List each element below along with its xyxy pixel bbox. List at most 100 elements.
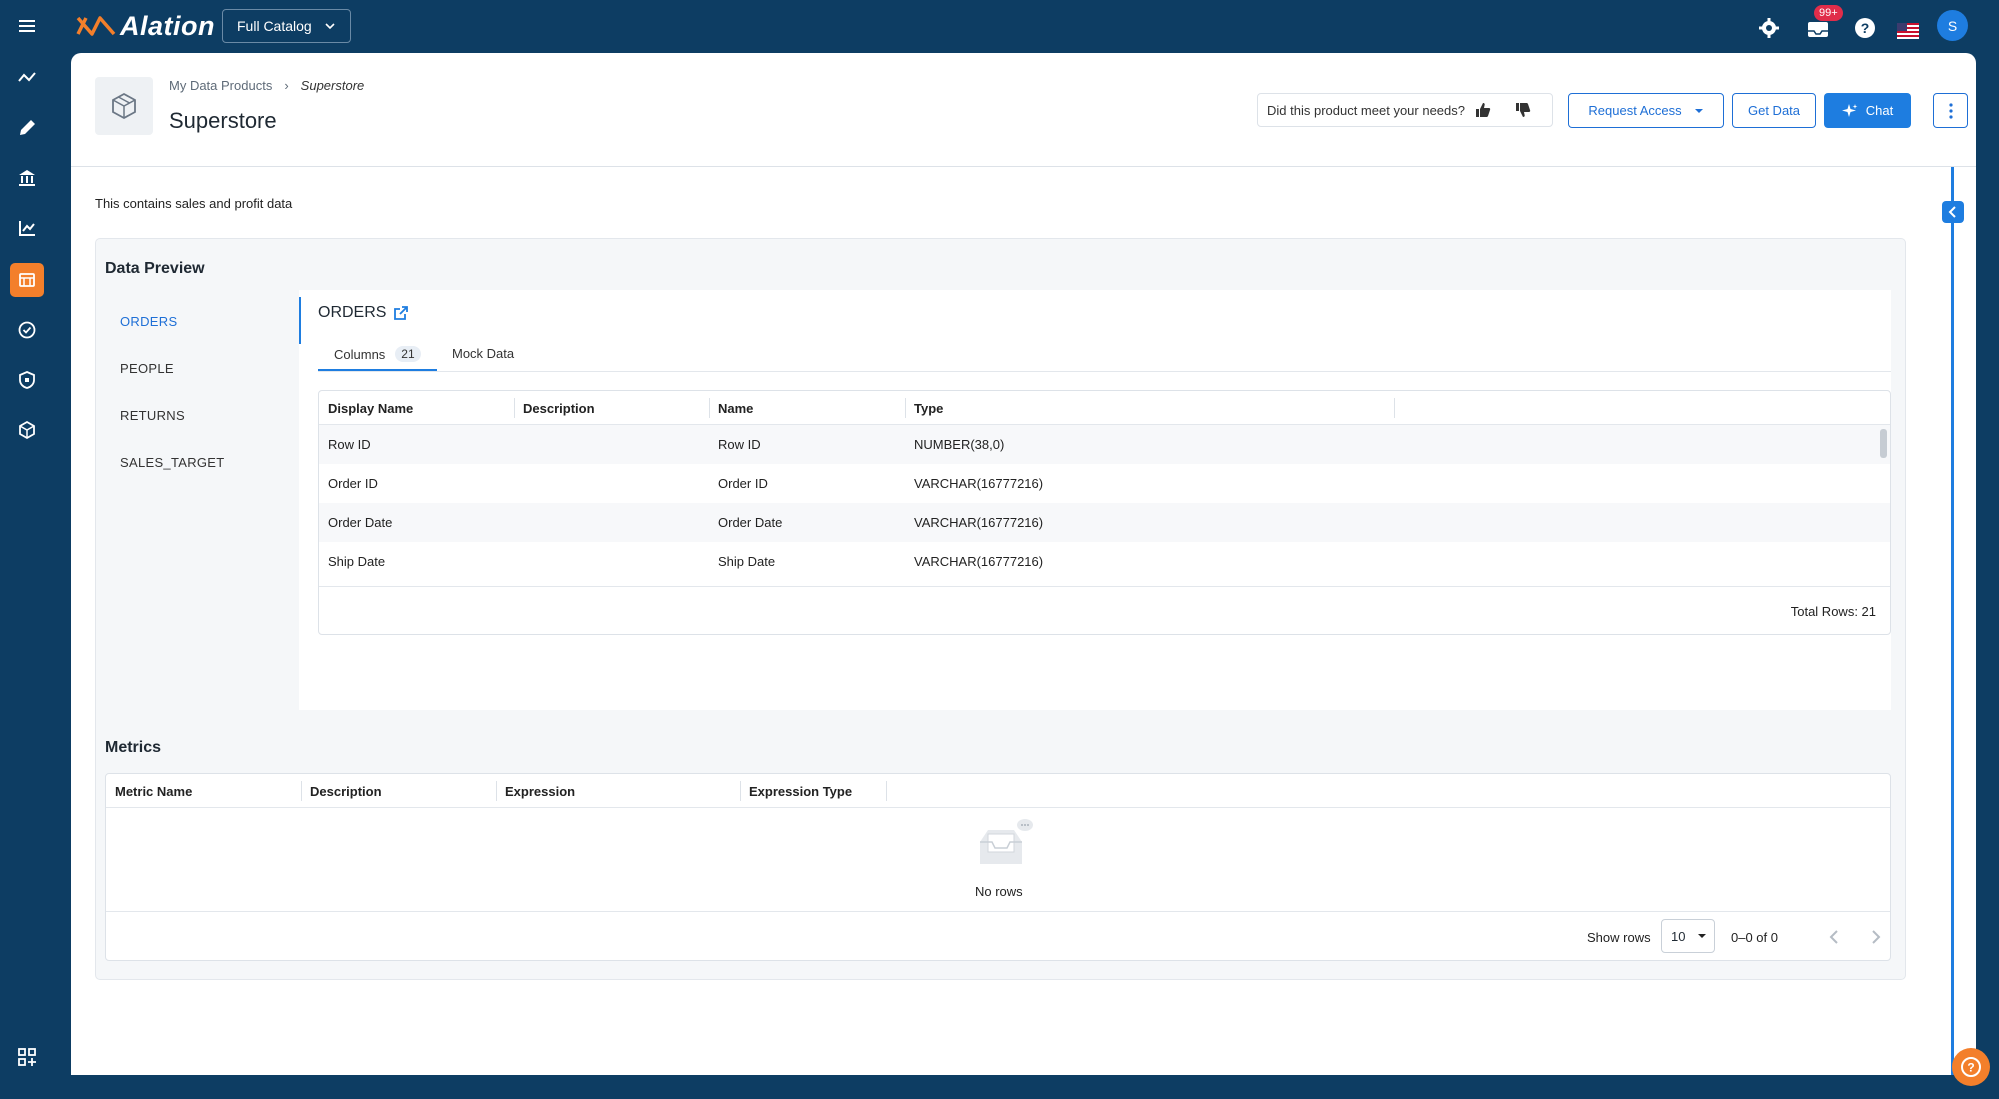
request-access-label: Request Access — [1588, 103, 1682, 118]
left-nav — [0, 52, 55, 1099]
table-row[interactable]: Order ID Order ID VARCHAR(16777216) — [319, 464, 1890, 503]
cell-type: NUMBER(38,0) — [914, 437, 1005, 452]
catalog-selector[interactable]: Full Catalog — [222, 9, 351, 43]
main-panel: My Data Products › Superstore Superstore… — [71, 53, 1976, 1075]
cell-name: Order ID — [718, 476, 768, 491]
more-options-button[interactable] — [1933, 93, 1968, 128]
nav-packages[interactable] — [10, 413, 44, 447]
next-page-icon[interactable] — [1870, 929, 1882, 945]
cell-name: Row ID — [718, 437, 761, 452]
chat-button[interactable]: Chat — [1824, 93, 1911, 128]
preview-tabs: Columns 21 Mock Data — [318, 338, 1891, 372]
product-description: This contains sales and profit data — [95, 196, 293, 211]
shield-icon — [19, 371, 35, 389]
table-row[interactable]: Row ID Row ID NUMBER(38,0) — [319, 425, 1890, 464]
menu-icon[interactable] — [16, 15, 38, 37]
thumbs-down-icon[interactable] — [1515, 102, 1531, 118]
nav-data-products[interactable] — [10, 263, 44, 297]
gear-icon[interactable] — [1757, 14, 1781, 42]
scrollbar-thumb[interactable] — [1880, 429, 1887, 458]
total-rows-count: Total Rows: 21 — [1790, 604, 1876, 619]
nav-library[interactable] — [10, 161, 44, 195]
tab-columns[interactable]: Columns 21 — [334, 346, 421, 362]
analytics-icon — [19, 221, 35, 236]
rows-per-page-select[interactable]: 10 — [1661, 919, 1715, 953]
column-header-type[interactable]: Type — [914, 401, 943, 416]
page-title: Superstore — [169, 108, 277, 133]
library-icon — [19, 170, 35, 186]
column-divider[interactable] — [709, 398, 710, 418]
column-divider[interactable] — [886, 781, 887, 801]
column-divider[interactable] — [301, 781, 302, 801]
help-fab[interactable]: ? — [1952, 1048, 1990, 1086]
column-header-expression-type[interactable]: Expression Type — [749, 784, 852, 799]
column-divider[interactable] — [1394, 398, 1395, 418]
columns-table: Display Name Description Name Type Row I… — [318, 390, 1891, 635]
active-table-indicator — [299, 297, 301, 344]
column-divider[interactable] — [905, 398, 906, 418]
nav-compose[interactable] — [10, 111, 44, 145]
cube-icon — [112, 92, 136, 120]
table-header-row: Display Name Description Name Type — [319, 391, 1890, 425]
notification-badge: 99+ — [1814, 5, 1843, 21]
table-tab-sales-target[interactable]: SALES_TARGET — [120, 455, 225, 470]
chevron-left-icon — [1948, 206, 1956, 218]
column-header-metric-name[interactable]: Metric Name — [115, 784, 192, 799]
selected-table-title: ORDERS — [318, 304, 409, 322]
column-divider[interactable] — [514, 398, 515, 418]
nav-governance[interactable] — [10, 363, 44, 397]
previous-page-icon[interactable] — [1828, 929, 1840, 945]
table-row[interactable]: Ship Date Ship Date VARCHAR(16777216) — [319, 542, 1890, 581]
column-header-expression[interactable]: Expression — [505, 784, 575, 799]
nav-activity[interactable] — [10, 61, 44, 95]
get-data-button[interactable]: Get Data — [1732, 93, 1816, 128]
column-header-description[interactable]: Description — [523, 401, 595, 416]
request-access-button[interactable]: Request Access — [1568, 93, 1724, 128]
thumbs-up-icon[interactable] — [1475, 102, 1491, 118]
column-divider[interactable] — [496, 781, 497, 801]
table-footer: Total Rows: 21 — [319, 586, 1890, 634]
table-tab-orders[interactable]: ORDERS — [120, 314, 177, 329]
alation-logo-mark-icon — [76, 16, 116, 36]
column-divider[interactable] — [740, 781, 741, 801]
cell-display-name: Ship Date — [328, 554, 386, 569]
svg-text:?: ? — [1967, 1061, 1974, 1075]
tab-mock-data[interactable]: Mock Data — [452, 346, 514, 361]
cell-type: VARCHAR(16777216) — [914, 476, 1044, 491]
logo-text: Alation — [120, 10, 215, 41]
caret-down-icon — [1694, 108, 1703, 113]
right-rail-line — [1951, 167, 1954, 1075]
show-rows-label: Show rows — [1587, 930, 1651, 945]
help-icon[interactable]: ? — [1853, 14, 1877, 42]
kebab-icon — [1948, 102, 1953, 119]
feedback-widget: Did this product meet your needs? — [1257, 93, 1553, 127]
active-tab-underline — [318, 369, 437, 371]
tab-columns-label: Columns — [334, 346, 386, 362]
column-header-display-name[interactable]: Display Name — [328, 401, 413, 416]
us-flag-icon[interactable] — [1897, 17, 1919, 45]
nav-apps[interactable] — [10, 1040, 44, 1074]
cell-type: VARCHAR(16777216) — [914, 554, 1044, 569]
external-link-icon[interactable] — [394, 306, 409, 320]
breadcrumb-current: Superstore — [300, 78, 365, 93]
content-box: Data Preview ORDERS PEOPLE RETURNS SALES… — [95, 238, 1906, 980]
table-list: ORDERS PEOPLE RETURNS SALES_TARGET — [105, 290, 299, 710]
nav-analytics[interactable] — [10, 211, 44, 245]
columns-count-badge: 21 — [395, 346, 421, 362]
data-preview-panel: ORDERS PEOPLE RETURNS SALES_TARGET ORDER… — [105, 290, 1891, 710]
selected-table-name: ORDERS — [318, 304, 387, 321]
alation-logo[interactable]: Alation — [76, 9, 215, 43]
apps-icon — [18, 1048, 36, 1066]
nav-verified[interactable] — [10, 313, 44, 347]
table-row[interactable]: Order Date Order Date VARCHAR(16777216) — [319, 503, 1890, 542]
catalog-label: Full Catalog — [237, 18, 312, 34]
user-avatar[interactable]: S — [1937, 10, 1968, 41]
right-rail-toggle[interactable] — [1942, 201, 1964, 223]
top-bar: Alation Full Catalog 99+ ? S — [0, 0, 1999, 52]
table-tab-people[interactable]: PEOPLE — [120, 361, 174, 376]
column-header-description[interactable]: Description — [310, 784, 382, 799]
table-tab-returns[interactable]: RETURNS — [120, 408, 185, 423]
packages-icon — [19, 420, 35, 440]
column-header-name[interactable]: Name — [718, 401, 753, 416]
breadcrumb-parent-link[interactable]: My Data Products — [169, 78, 272, 93]
